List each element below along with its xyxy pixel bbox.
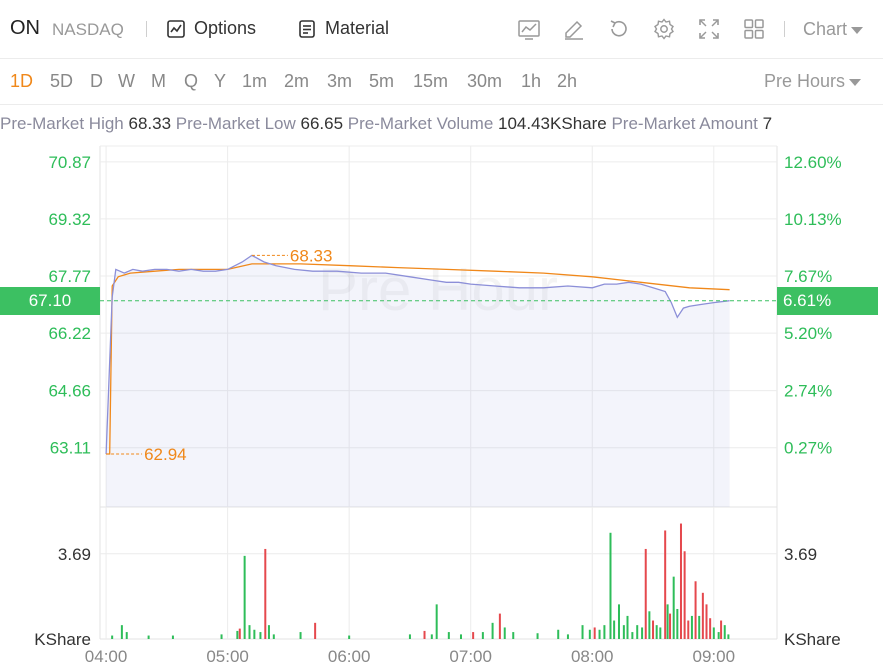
volume-unit-label: KShare	[34, 630, 91, 649]
price-axis-label: 66.22	[48, 324, 91, 343]
volume-bar	[125, 632, 128, 639]
volume-bar	[676, 608, 679, 639]
volume-bar	[536, 633, 539, 639]
volume-bar	[694, 581, 697, 639]
volume-bar	[423, 630, 426, 639]
high-marker-label: 68.33	[290, 246, 333, 265]
volume-bar	[720, 620, 723, 639]
volume-bar	[314, 622, 317, 639]
volume-bar	[683, 551, 686, 639]
price-axis-label: 70.87	[48, 153, 91, 172]
volume-bar	[435, 604, 438, 639]
volume-bar	[147, 635, 150, 639]
volume-bar	[120, 625, 123, 639]
volume-bar	[512, 632, 515, 639]
percent-axis-label: 2.74%	[784, 382, 832, 401]
volume-bar	[717, 632, 720, 639]
volume-bar	[220, 634, 223, 639]
volume-bar	[727, 634, 730, 639]
volume-bar	[723, 625, 726, 639]
volume-bar	[652, 620, 655, 639]
volume-bar	[472, 632, 475, 639]
volume-bar	[679, 523, 682, 639]
price-area-fill	[106, 255, 730, 507]
volume-bar	[666, 604, 669, 639]
volume-bar	[581, 625, 584, 639]
percent-axis-label: 5.20%	[784, 324, 832, 343]
volume-bar	[491, 622, 494, 639]
volume-bar	[243, 555, 246, 639]
volume-bar	[631, 632, 634, 639]
volume-bar	[348, 635, 351, 639]
volume-bar	[248, 625, 251, 639]
volume-bar	[659, 627, 662, 639]
current-price-tag: 67.10	[0, 286, 100, 315]
volume-bar	[664, 530, 667, 639]
volume-bar	[644, 548, 647, 639]
x-tick-label: 09:00	[693, 647, 736, 666]
current-change-tag: 6.61%	[777, 286, 878, 315]
volume-bar	[669, 613, 672, 639]
volume-bar	[593, 627, 596, 639]
volume-bar	[459, 634, 462, 639]
volume-bar	[613, 620, 616, 639]
volume-bar	[481, 632, 484, 639]
volume-bar	[236, 630, 239, 639]
x-tick-label: 05:00	[206, 647, 249, 666]
volume-bar	[264, 548, 267, 639]
volume-bar	[299, 632, 302, 639]
percent-axis-label: 12.60%	[784, 153, 842, 172]
volume-bar	[272, 634, 275, 639]
volume-bar	[408, 634, 411, 639]
x-tick-label: 06:00	[328, 647, 371, 666]
volume-bar	[641, 627, 644, 639]
volume-bar	[655, 625, 658, 639]
low-marker-label: 62.94	[144, 445, 187, 464]
volume-bar	[672, 576, 675, 639]
volume-bar	[238, 628, 241, 639]
volume-bar	[253, 629, 256, 639]
volume-bar	[617, 604, 620, 639]
volume-unit-label: KShare	[784, 630, 841, 649]
volume-bar	[603, 625, 606, 639]
percent-axis-label: 7.67%	[784, 267, 832, 286]
volume-bar	[566, 634, 569, 639]
volume-bar	[111, 635, 114, 639]
volume-bar	[557, 629, 560, 639]
volume-bar	[503, 627, 506, 639]
volume-bar	[705, 604, 708, 639]
volume-bar	[267, 625, 270, 639]
volume-bar	[588, 629, 591, 639]
volume-bar	[712, 627, 715, 639]
price-axis-label: 63.11	[50, 439, 91, 458]
x-tick-label: 07:00	[449, 647, 492, 666]
volume-bar	[609, 532, 612, 639]
x-tick-label: 04:00	[85, 647, 128, 666]
volume-bar	[636, 625, 639, 639]
volume-bar	[498, 613, 501, 639]
volume-bar	[648, 611, 651, 639]
volume-bar	[447, 632, 450, 639]
volume-bar	[626, 615, 629, 639]
price-axis-label: 64.66	[48, 382, 91, 401]
volume-bar	[709, 618, 712, 639]
price-axis-label: 67.77	[48, 267, 91, 286]
volume-bar	[698, 615, 701, 639]
volume-bar	[690, 615, 693, 639]
volume-bar	[171, 635, 174, 639]
volume-bar	[598, 629, 601, 639]
volume-axis-label: 3.69	[784, 545, 817, 564]
percent-axis-label: 0.27%	[784, 439, 832, 458]
volume-axis-label: 3.69	[58, 545, 91, 564]
volume-bar	[430, 634, 433, 639]
volume-bar	[687, 620, 690, 639]
volume-bar	[622, 625, 625, 639]
volume-bar	[701, 592, 704, 639]
volume-bar	[259, 632, 262, 639]
price-chart[interactable]: Pre Hour 68.3362.94 04:00 05:00 06:00 07:00…	[0, 0, 883, 671]
percent-axis-label: 10.13%	[784, 210, 842, 229]
x-tick-label: 08:00	[571, 647, 614, 666]
price-axis-label: 69.32	[48, 210, 91, 229]
